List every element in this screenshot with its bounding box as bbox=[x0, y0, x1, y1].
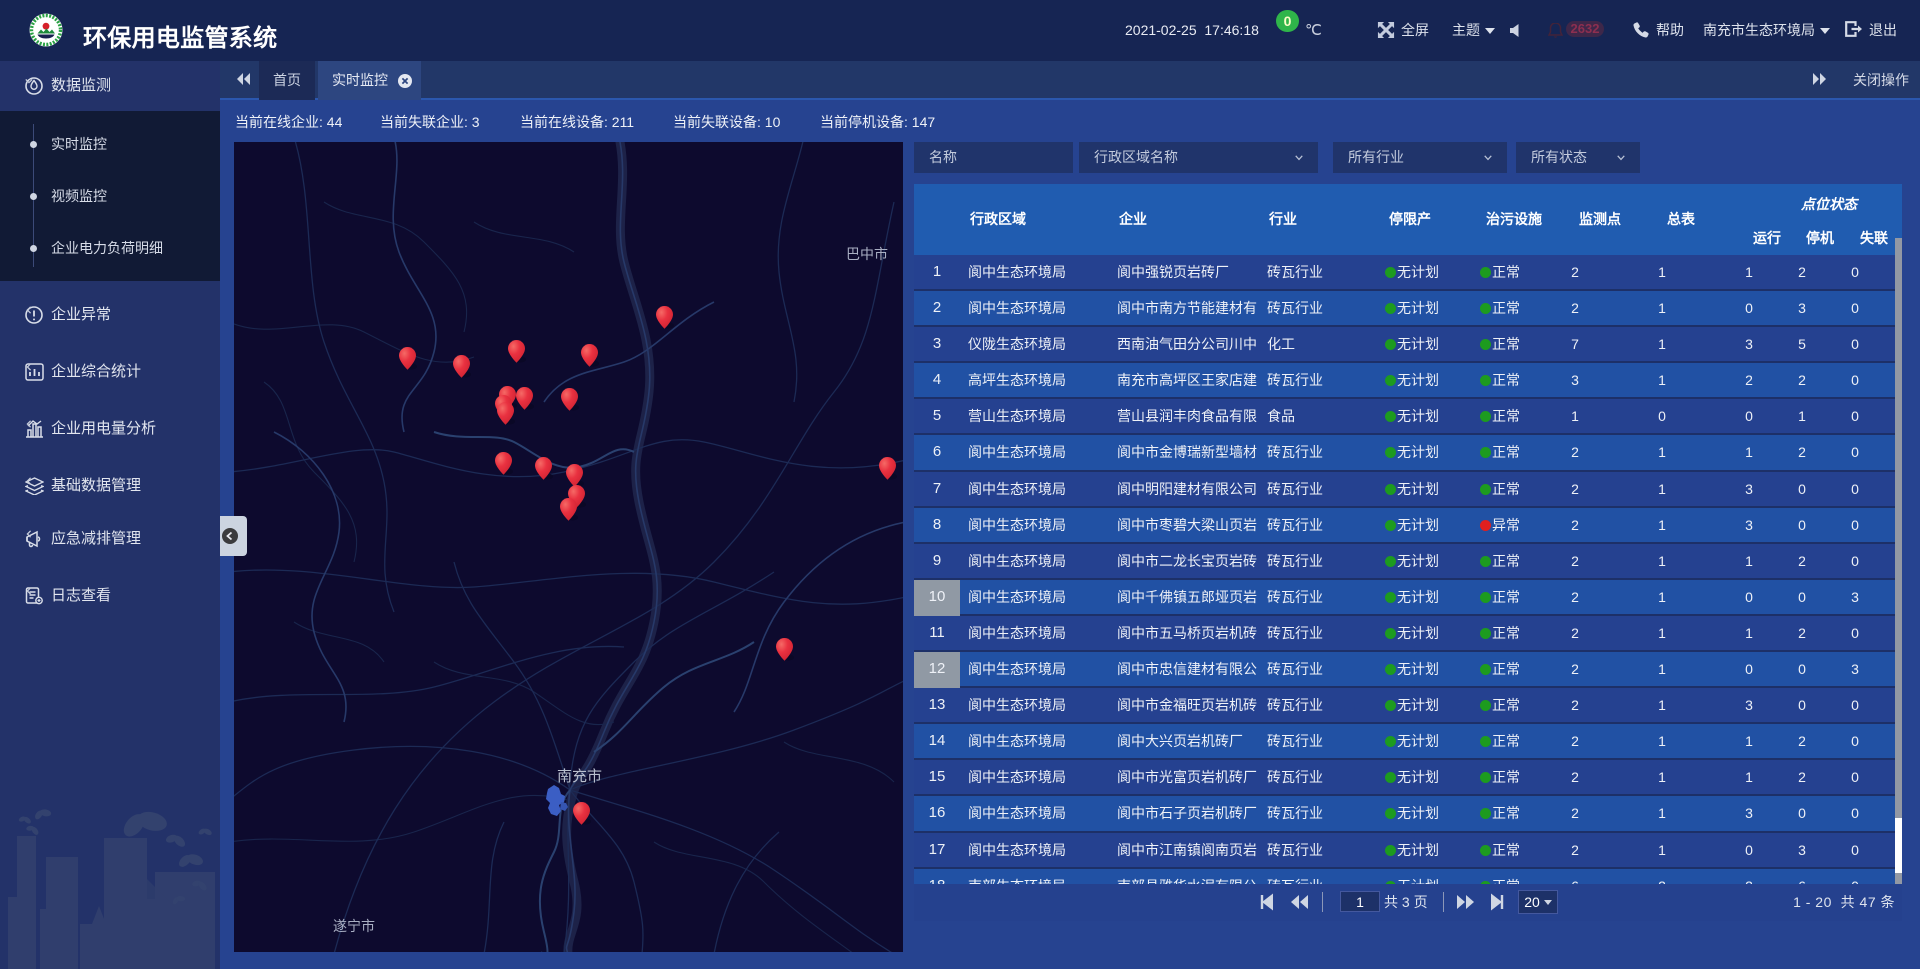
svg-text:南充市: 南充市 bbox=[557, 768, 602, 785]
svg-text:巴中市: 巴中市 bbox=[846, 246, 888, 262]
svg-text:遂宁市: 遂宁市 bbox=[333, 918, 375, 934]
